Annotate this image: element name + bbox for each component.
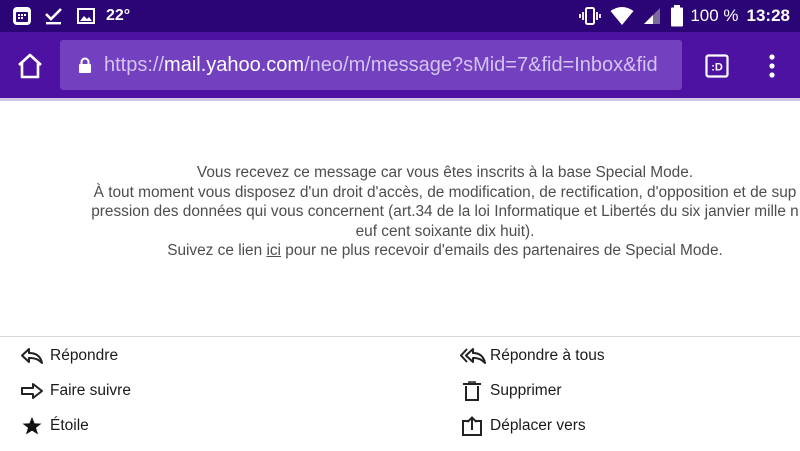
reply-all-label: Répondre à tous (490, 347, 605, 364)
battery-percent: 100 % (690, 6, 739, 25)
forward-arrow-icon (20, 380, 46, 402)
reply-all-button[interactable]: Répondre à tous (460, 342, 605, 370)
reply-label: Répondre (50, 347, 119, 364)
status-bar: 22° 100 % 13:28 (0, 0, 800, 32)
url-path: /neo/m/message?sMid=7&fid=Inbox&fid (304, 54, 658, 76)
unsubscribe-link[interactable]: ici (266, 242, 281, 259)
forward-label: Faire suivre (50, 382, 131, 399)
star-button[interactable]: Étoile (20, 412, 89, 440)
reply-all-icon (460, 345, 486, 367)
move-to-button[interactable]: Déplacer vers (460, 412, 586, 440)
url-text: https://mail.yahoo.com/neo/m/message?sMi… (104, 40, 658, 90)
clock: 13:28 (746, 6, 790, 25)
calendar-notification-icon (12, 6, 32, 26)
home-icon (18, 53, 42, 79)
move-to-label: Déplacer vers (490, 417, 586, 434)
url-domain: mail.yahoo.com (164, 54, 305, 76)
star-icon (20, 415, 46, 437)
download-done-icon (44, 6, 64, 26)
star-label: Étoile (50, 417, 89, 434)
more-vert-icon (769, 54, 775, 78)
tab-switcher-button[interactable]: :D (705, 54, 729, 83)
footer-line: Suivez ce lien ici pour ne plus recevoir… (167, 242, 723, 259)
move-to-folder-icon (460, 415, 486, 437)
wifi-icon (610, 6, 634, 26)
url-bar[interactable]: https://mail.yahoo.com/neo/m/message?sMi… (60, 40, 682, 90)
footer-line: Vous recevez ce message car vous êtes in… (196, 164, 694, 181)
cell-signal-icon (642, 6, 662, 26)
vibrate-icon (578, 6, 602, 26)
image-icon (76, 6, 96, 26)
browser-toolbar: https://mail.yahoo.com/neo/m/message?sMi… (0, 32, 800, 98)
temperature: 22° (106, 7, 131, 24)
unsubscribe-footer: Vous recevez ce message car vous êtes in… (0, 163, 800, 261)
home-button[interactable] (16, 52, 44, 80)
overflow-menu-button[interactable] (768, 54, 776, 83)
footer-line: euf cent soixante dix huit). (355, 222, 535, 240)
battery-icon (670, 5, 684, 27)
url-scheme: https:// (104, 54, 165, 76)
tab-switcher-label: :D (711, 62, 723, 74)
forward-button[interactable]: Faire suivre (20, 377, 131, 405)
delete-button[interactable]: Supprimer (460, 377, 562, 405)
delete-label: Supprimer (490, 382, 562, 399)
reply-icon (20, 345, 46, 367)
lock-icon (78, 57, 92, 79)
reply-button[interactable]: Répondre (20, 342, 118, 370)
message-actions: Répondre Répondre à tous Faire suivre Su… (0, 336, 800, 451)
footer-line: pression des données qui vous concernent… (91, 203, 799, 220)
email-body: Vous recevez ce message car vous êtes in… (0, 101, 800, 337)
trash-icon (460, 380, 486, 402)
footer-line: À tout moment vous disposez d'un droit d… (93, 183, 797, 201)
